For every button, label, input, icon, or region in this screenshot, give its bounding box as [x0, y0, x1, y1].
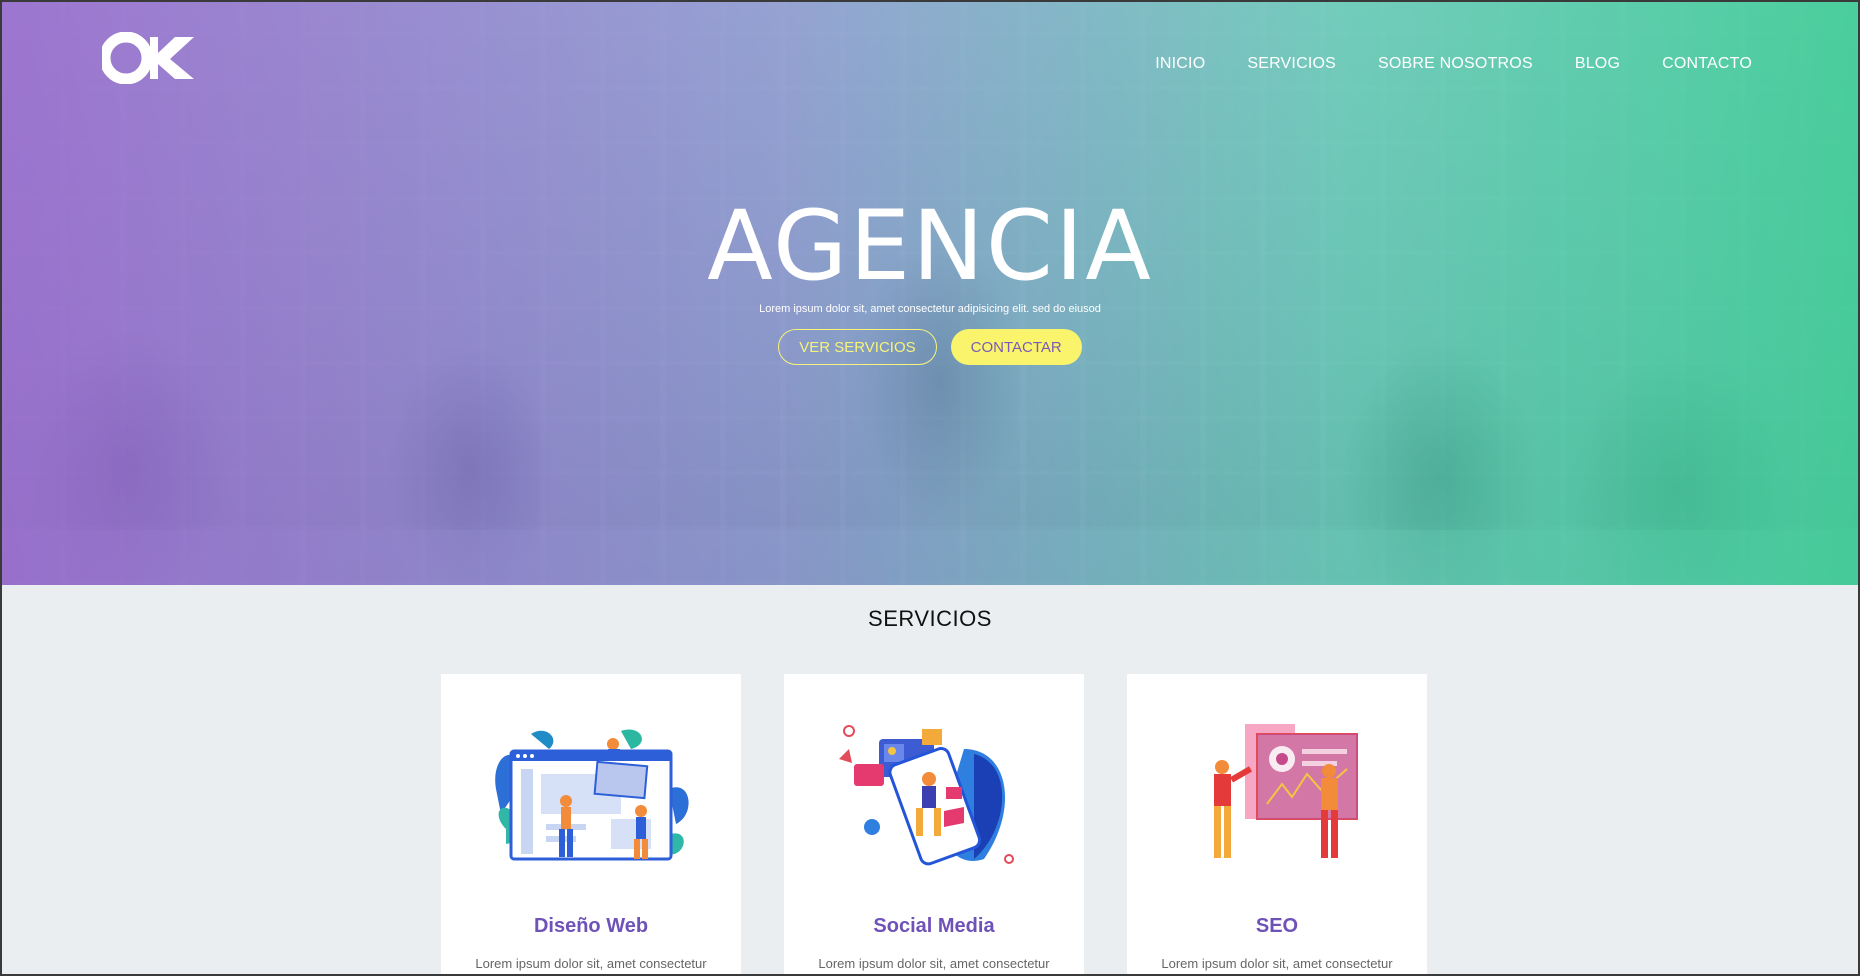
logo[interactable]: [99, 31, 198, 85]
card-title: Diseño Web: [533, 915, 649, 937]
seo-illustration: [1214, 724, 1358, 858]
nav-item-servicios[interactable]: SERVICIOS: [1247, 55, 1336, 73]
hero-subtitle: Lorem ipsum dolor sit, amet consectetur …: [759, 303, 1101, 315]
card-title: SEO: [1255, 915, 1299, 937]
logo-icon: [99, 31, 194, 85]
service-card-seo[interactable]: SEO Lorem ipsum dolor sit, amet consecte…: [1127, 674, 1427, 976]
card-text: Lorem ipsum dolor sit, amet consectetur: [818, 956, 1050, 971]
services-title: SERVICIOS: [868, 606, 992, 631]
nav-item-sobre-nosotros[interactable]: SOBRE NOSOTROS: [1378, 55, 1533, 73]
card-title: Social Media: [873, 915, 995, 937]
nav-item-blog[interactable]: BLOG: [1575, 55, 1620, 73]
hero-section: INICIO SERVICIOS SOBRE NOSOTROS BLOG CON…: [0, 0, 1860, 585]
card-text: Lorem ipsum dolor sit, amet consectetur: [475, 956, 707, 971]
hero-buttons: VER SERVICIOS CONTACTAR: [0, 329, 1860, 365]
view-services-button[interactable]: VER SERVICIOS: [778, 329, 937, 365]
nav-item-contacto[interactable]: CONTACTO: [1662, 55, 1752, 73]
service-card-social-media[interactable]: Social Media Lorem ipsum dolor sit, amet…: [784, 674, 1084, 976]
main-nav: INICIO SERVICIOS SOBRE NOSOTROS BLOG CON…: [1155, 55, 1752, 73]
contact-button[interactable]: CONTACTAR: [950, 329, 1082, 365]
service-card-web-design[interactable]: Diseño Web Lorem ipsum dolor sit, amet c…: [441, 674, 741, 976]
social-media-illustration: [839, 725, 1014, 866]
hero-title: AGENCIA: [707, 190, 1153, 302]
nav-item-inicio[interactable]: INICIO: [1155, 55, 1205, 73]
card-text: Lorem ipsum dolor sit, amet consectetur: [1161, 956, 1393, 971]
web-design-illustration: [495, 729, 689, 861]
